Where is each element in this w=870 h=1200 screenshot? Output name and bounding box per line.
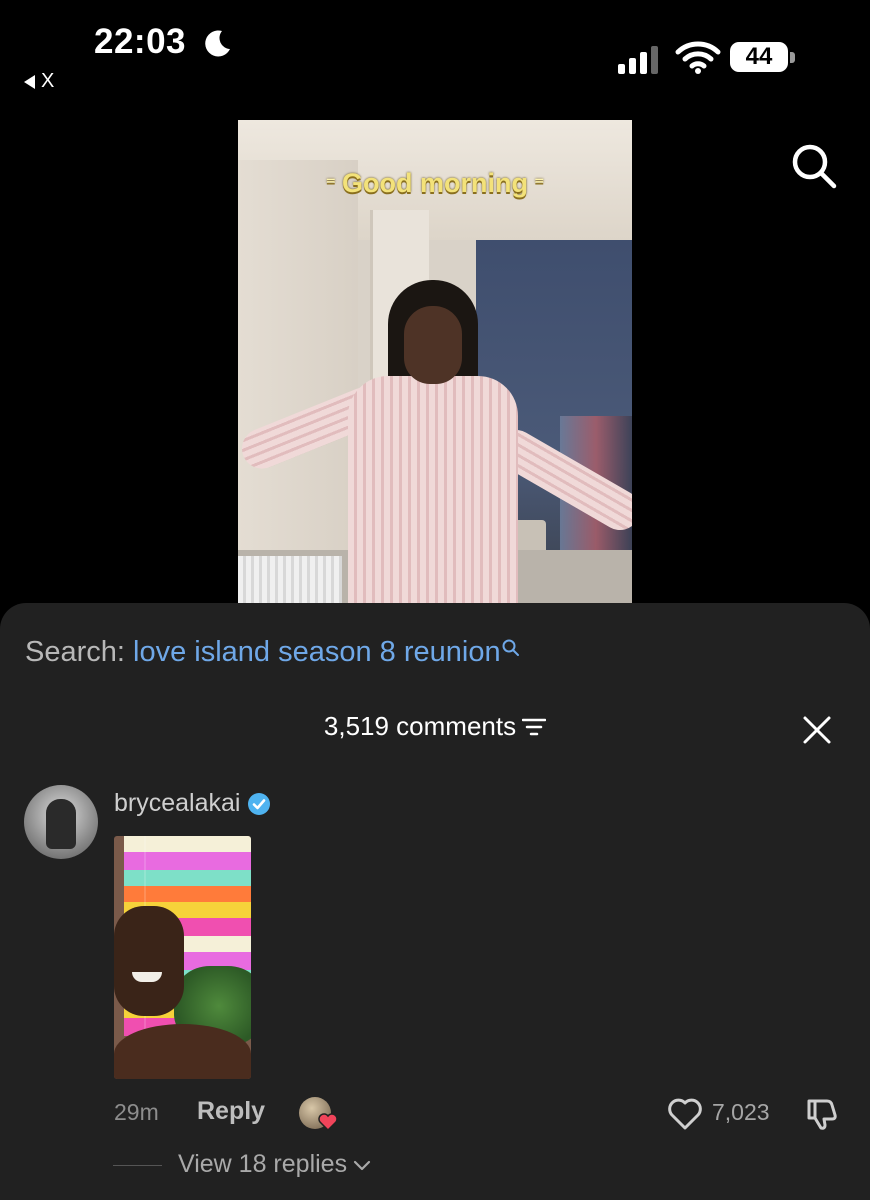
comment-image[interactable]: [114, 836, 251, 1079]
reply-button[interactable]: Reply: [197, 1097, 265, 1126]
moon-icon: [205, 30, 230, 57]
sparkle-icon: ⁼: [533, 174, 545, 197]
comment-time: 29m: [114, 1099, 159, 1125]
video-person-face: [404, 306, 462, 384]
search-icon[interactable]: [790, 142, 838, 190]
dislike-icon[interactable]: [803, 1095, 839, 1131]
avatar[interactable]: [24, 785, 98, 859]
chevron-down-icon: [353, 1160, 371, 1170]
username[interactable]: brycealakai: [114, 789, 240, 818]
comments-sheet: Search: love island season 8 reunion 3,5…: [0, 603, 870, 1200]
comment-image-person: [114, 906, 184, 1016]
battery-icon: 44: [730, 42, 796, 74]
comment-count: 3,519 comments: [323, 711, 517, 741]
close-icon[interactable]: [802, 715, 832, 745]
video-person-pajamas: [348, 376, 518, 604]
back-to-x-link[interactable]: X: [24, 70, 54, 93]
view-replies-label[interactable]: View 18 replies: [178, 1150, 347, 1179]
comment-image-shoulder: [114, 1024, 251, 1079]
heart-icon: [318, 1113, 338, 1131]
comments-header: 3,519 comments: [0, 711, 870, 742]
status-bar: 22:03 X 44: [0, 0, 870, 100]
back-label: X: [41, 70, 55, 92]
search-suggestion[interactable]: Search: love island season 8 reunion: [25, 636, 521, 669]
battery-level: 44: [730, 42, 788, 72]
signal-icon: [618, 46, 658, 74]
like-count: 7,023: [712, 1099, 770, 1125]
status-time: 22:03: [94, 22, 187, 61]
avatar-silhouette: [46, 799, 76, 849]
caption-text: Good morning: [342, 168, 528, 198]
battery-tip: [790, 52, 795, 63]
search-icon[interactable]: [501, 638, 521, 658]
video-radiator: [238, 556, 342, 604]
wifi-icon: [675, 41, 721, 74]
video-caption: ⁼ Good morning ⁼: [238, 168, 632, 199]
video-player[interactable]: ⁼ Good morning ⁼: [238, 120, 632, 604]
filter-icon[interactable]: [522, 717, 547, 737]
search-prefix: Search:: [25, 636, 125, 668]
search-query-link[interactable]: love island season 8 reunion: [133, 636, 501, 668]
replies-divider: [113, 1165, 162, 1166]
view-replies-button[interactable]: View 18 replies: [178, 1150, 371, 1179]
comment-author[interactable]: brycealakai: [114, 789, 271, 818]
back-arrow-icon: [24, 74, 35, 89]
sparkle-icon: ⁼: [325, 174, 337, 197]
video-wall: [238, 160, 358, 604]
heart-icon[interactable]: [667, 1097, 703, 1131]
verified-icon: [248, 792, 271, 815]
